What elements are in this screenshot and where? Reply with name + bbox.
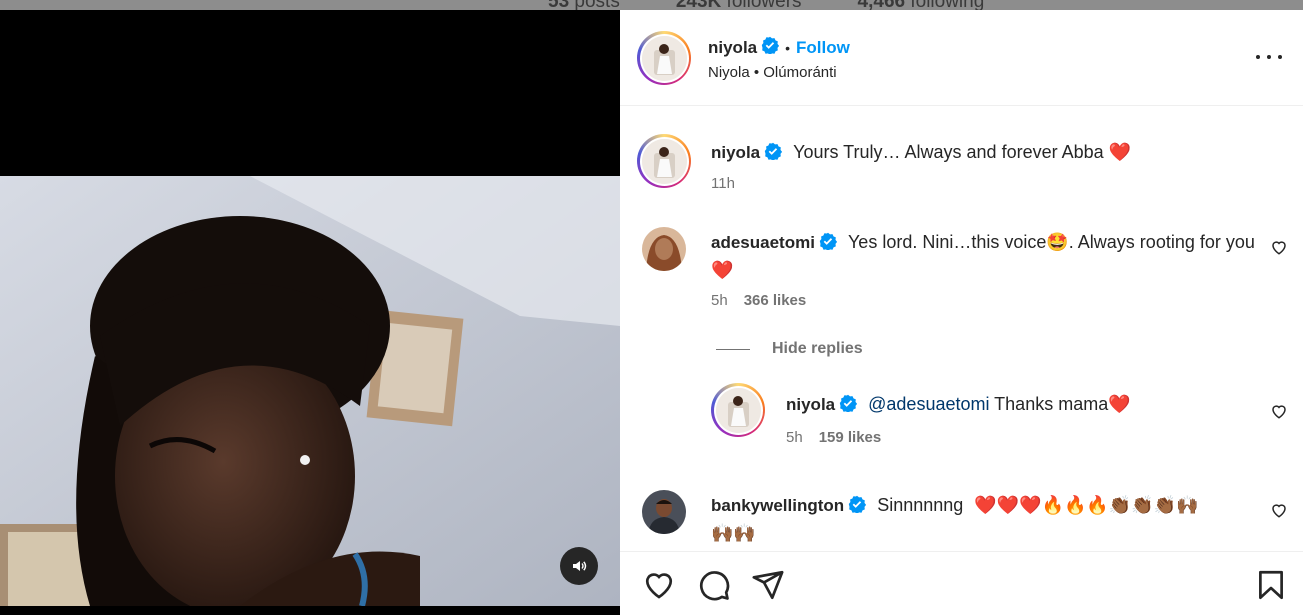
replies-divider-line bbox=[716, 348, 750, 350]
follow-button[interactable]: Follow bbox=[796, 38, 850, 58]
reply-timestamp[interactable]: 5h bbox=[786, 429, 803, 446]
comment-text-continued: you bbox=[1225, 232, 1255, 252]
caption-timestamp[interactable]: 11h bbox=[711, 175, 735, 192]
video-frame-image bbox=[0, 176, 620, 606]
heart-icon[interactable] bbox=[1270, 238, 1288, 256]
save-bookmark-icon[interactable] bbox=[1254, 568, 1288, 602]
comment-timestamp[interactable]: 5h bbox=[711, 292, 728, 309]
comment-emojis-continued: 🙌🏾🙌🏾 bbox=[711, 523, 756, 543]
post-subtitle[interactable]: Niyola • Olúmoránti bbox=[708, 64, 837, 81]
profile-stats-strip: 53 posts 243K followers 4,466 following bbox=[0, 0, 1303, 10]
comment-emojis: ❤️❤️❤️🔥🔥🔥👏🏾👏🏾👏🏾🙌🏾 bbox=[974, 495, 1199, 515]
verified-badge-icon bbox=[764, 141, 783, 167]
mute-toggle-button[interactable] bbox=[560, 547, 598, 585]
post-modal: niyola • Follow Niyola • Olúmoránti niyo… bbox=[0, 10, 1303, 615]
posts-stat: 53 posts bbox=[548, 0, 620, 10]
verified-badge-icon bbox=[839, 393, 858, 419]
share-send-icon[interactable] bbox=[751, 568, 785, 602]
comment-bubble-icon[interactable] bbox=[697, 568, 731, 602]
caption-avatar[interactable] bbox=[637, 134, 691, 188]
verified-badge-icon bbox=[761, 36, 780, 59]
comment-text: Yes lord. Nini…this voice🤩. Always rooti… bbox=[847, 232, 1221, 252]
post-media[interactable] bbox=[0, 10, 620, 615]
caption-username[interactable]: niyola bbox=[711, 143, 760, 162]
post-details-panel: niyola • Follow Niyola • Olúmoránti niyo… bbox=[620, 10, 1303, 615]
reply-username[interactable]: niyola bbox=[786, 395, 835, 414]
commenter-username[interactable]: bankywellington bbox=[711, 496, 844, 515]
reply-text: Thanks mama bbox=[994, 394, 1109, 414]
post-header: niyola • Follow Niyola • Olúmoránti bbox=[620, 10, 1303, 106]
commenter-avatar[interactable] bbox=[642, 227, 686, 271]
comments-list[interactable]: niyola Yours Truly… Always and forever A… bbox=[620, 107, 1303, 551]
author-username[interactable]: niyola bbox=[708, 38, 757, 58]
following-stat: 4,466 following bbox=[858, 0, 985, 10]
caption-text: Yours Truly… Always and forever Abba bbox=[793, 142, 1104, 162]
hide-replies-label: Hide replies bbox=[772, 340, 863, 357]
heart-emoji: ❤️ bbox=[1108, 394, 1131, 414]
reply-avatar[interactable] bbox=[711, 383, 765, 437]
more-options-button[interactable] bbox=[1256, 46, 1282, 68]
post-actions-bar bbox=[620, 551, 1303, 615]
commenter-username[interactable]: adesuaetomi bbox=[711, 233, 815, 252]
heart-icon[interactable] bbox=[1270, 501, 1288, 519]
heart-icon[interactable] bbox=[1270, 402, 1288, 420]
comment-text: Sinnnnnng bbox=[877, 495, 964, 515]
more-dots-icon bbox=[1256, 55, 1260, 59]
reply-mention-link[interactable]: @adesuaetomi bbox=[868, 394, 989, 414]
speaker-icon bbox=[573, 561, 587, 571]
verified-badge-icon bbox=[819, 231, 838, 257]
comment-like-count[interactable]: 366 likes bbox=[744, 292, 807, 309]
followers-stat: 243K followers bbox=[676, 0, 802, 10]
video-player[interactable] bbox=[0, 176, 620, 606]
like-heart-icon[interactable] bbox=[642, 568, 676, 602]
verified-badge-icon bbox=[848, 494, 867, 520]
heart-emoji: ❤️ bbox=[711, 260, 734, 280]
commenter-avatar[interactable] bbox=[642, 490, 686, 534]
reply-like-count[interactable]: 159 likes bbox=[819, 429, 882, 446]
separator-dot: • bbox=[785, 39, 791, 56]
author-avatar[interactable] bbox=[637, 31, 691, 85]
hide-replies-button[interactable]: Hide replies bbox=[716, 340, 863, 358]
caption-heart-emoji: ❤️ bbox=[1108, 142, 1132, 162]
